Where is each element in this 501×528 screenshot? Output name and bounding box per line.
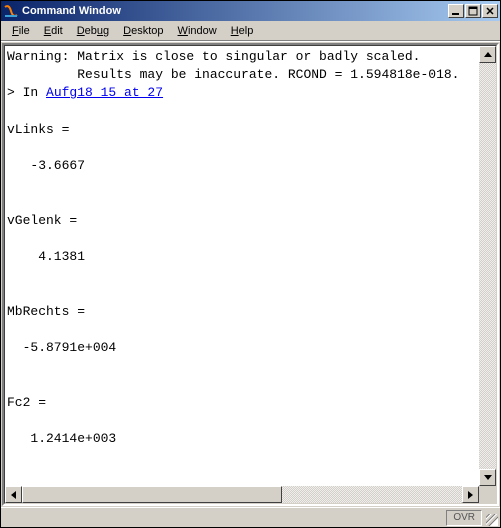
error-link[interactable]: Aufg18_15 at 27 [46, 85, 163, 100]
status-bar: OVR [1, 507, 500, 527]
scrollbar-corner [479, 486, 496, 503]
vertical-scroll-track[interactable] [479, 63, 496, 469]
arrow-up-icon [484, 52, 492, 57]
horizontal-scrollbar[interactable] [5, 486, 496, 503]
minimize-button[interactable] [448, 4, 464, 18]
title-bar[interactable]: Command Window [1, 1, 500, 21]
menu-window[interactable]: Window [171, 23, 224, 39]
menu-edit[interactable]: Edit [37, 23, 70, 39]
app-icon [3, 3, 19, 19]
scroll-left-button[interactable] [5, 486, 22, 503]
maximize-button[interactable] [465, 4, 481, 18]
resize-grip[interactable] [484, 510, 498, 526]
close-button[interactable] [482, 4, 498, 18]
command-window: Command Window File Edit Debug Desktop W… [0, 0, 501, 528]
arrow-left-icon [11, 491, 16, 499]
vertical-scrollbar[interactable] [479, 46, 496, 486]
window-title: Command Window [22, 5, 448, 17]
arrow-right-icon [468, 491, 473, 499]
horizontal-scroll-thumb[interactable] [22, 486, 282, 503]
status-ovr: OVR [446, 510, 482, 526]
window-controls [448, 4, 498, 18]
menu-desktop[interactable]: Desktop [116, 23, 170, 39]
horizontal-scroll-track[interactable] [22, 486, 462, 503]
arrow-down-icon [484, 475, 492, 480]
console-output[interactable]: Warning: Matrix is close to singular or … [5, 46, 496, 503]
menu-bar: File Edit Debug Desktop Window Help [1, 21, 500, 41]
scroll-down-button[interactable] [479, 469, 496, 486]
menu-file[interactable]: File [5, 23, 37, 39]
scroll-right-button[interactable] [462, 486, 479, 503]
menu-help[interactable]: Help [224, 23, 261, 39]
scroll-up-button[interactable] [479, 46, 496, 63]
menu-debug[interactable]: Debug [70, 23, 116, 39]
